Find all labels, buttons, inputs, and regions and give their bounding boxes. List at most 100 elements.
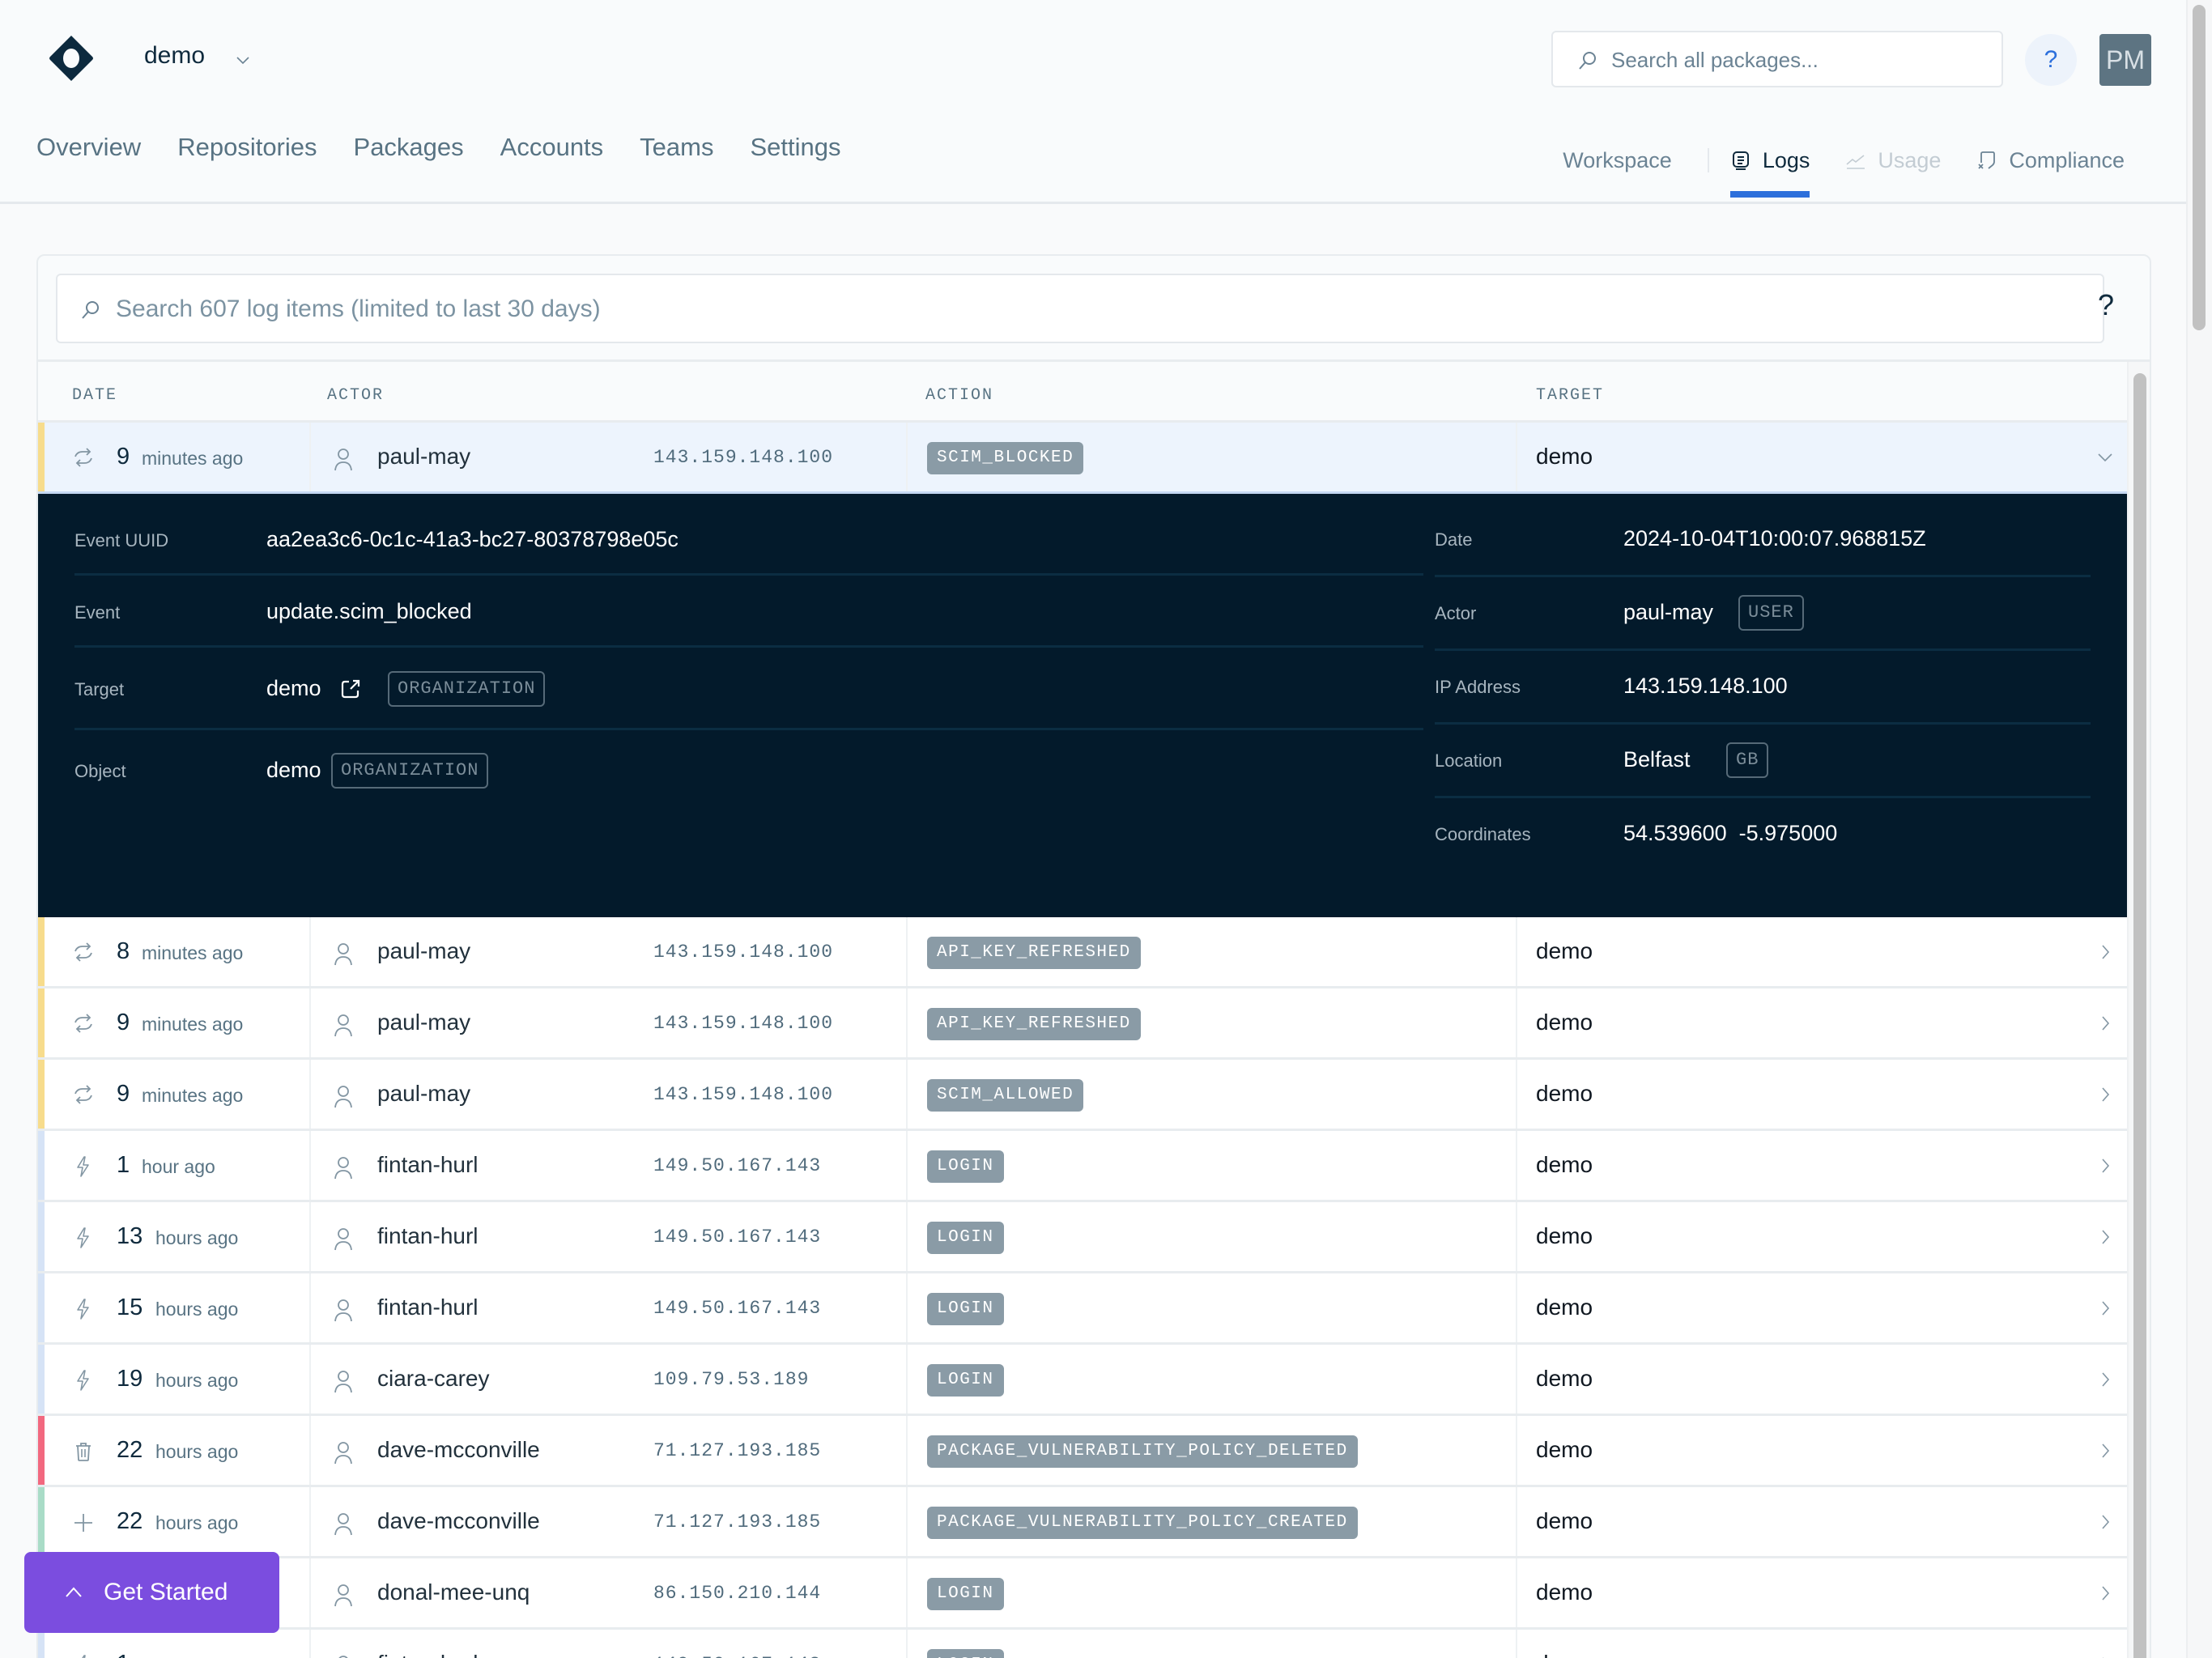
actor-name[interactable]: fintan-hurl	[377, 1223, 479, 1249]
table-row[interactable]: 9minutes agopaul-may143.159.148.100SCIM_…	[38, 423, 2127, 494]
actor-name[interactable]: fintan-hurl	[377, 1651, 479, 1658]
logs-card: ? DATE ACTOR ACTION TARGET 9minutes agop…	[36, 254, 2151, 1658]
nav-overview[interactable]: Overview	[36, 133, 141, 162]
log-search-help-button[interactable]: ?	[2098, 288, 2114, 322]
tab-compliance[interactable]: Compliance	[1976, 144, 2125, 176]
table-row[interactable]: 19hours agociara-carey109.79.53.189LOGIN…	[38, 1345, 2127, 1416]
detail-value: aa2ea3c6-0c1c-41a3-bc27-80378798e05c	[266, 527, 678, 552]
tab-workspace[interactable]: Workspace	[1563, 144, 1672, 176]
table-row[interactable]: 13hours agofintan-hurl149.50.167.143LOGI…	[38, 1202, 2127, 1273]
lightning-icon	[72, 1298, 95, 1320]
target-name[interactable]: demo	[1536, 1437, 1593, 1463]
actor-name[interactable]: donal-mee-unq	[377, 1579, 530, 1605]
cell-divider	[1516, 1273, 1517, 1342]
action-badge: LOGIN	[927, 1649, 1004, 1658]
nav-repositories[interactable]: Repositories	[177, 133, 317, 162]
chevron-down-icon[interactable]	[2095, 447, 2116, 468]
target-name[interactable]: demo	[1536, 444, 1593, 470]
get-started-button[interactable]: Get Started	[24, 1552, 279, 1633]
table-row[interactable]: 1hour agofintan-hurl149.50.167.143LOGINd…	[38, 1131, 2127, 1202]
table-row[interactable]: 22hours agodave-mcconville71.127.193.185…	[38, 1416, 2127, 1487]
target-name[interactable]: demo	[1536, 1508, 1593, 1534]
column-header-actor[interactable]: ACTOR	[327, 386, 384, 405]
user-avatar[interactable]: PM	[2099, 34, 2151, 86]
target-name[interactable]: demo	[1536, 1223, 1593, 1249]
actor-name[interactable]: paul-may	[377, 444, 470, 470]
log-search[interactable]	[56, 274, 2104, 343]
target-name[interactable]: demo	[1536, 1295, 1593, 1320]
table-row[interactable]: 9minutes agopaul-may143.159.148.100API_K…	[38, 988, 2127, 1060]
detail-row-divider	[1435, 575, 2091, 577]
column-header-target[interactable]: TARGET	[1536, 386, 1604, 405]
actor-name[interactable]: ciara-carey	[377, 1366, 489, 1392]
cell-divider	[309, 1131, 311, 1200]
target-name[interactable]: demo	[1536, 1366, 1593, 1392]
global-search-input[interactable]	[1611, 40, 1984, 79]
compliance-icon	[1976, 150, 1997, 171]
log-search-input[interactable]	[116, 288, 2059, 330]
external-link-icon[interactable]	[339, 678, 362, 700]
target-name[interactable]: demo	[1536, 1152, 1593, 1178]
table-row[interactable]: 9minutes agopaul-may143.159.148.100SCIM_…	[38, 1060, 2127, 1131]
chevron-down-icon[interactable]	[233, 50, 253, 70]
cell-divider	[309, 1558, 311, 1627]
nav-packages[interactable]: Packages	[354, 133, 464, 162]
actor-name[interactable]: dave-mcconville	[377, 1508, 540, 1534]
cell-divider	[309, 1060, 311, 1129]
target-name[interactable]: demo	[1536, 938, 1593, 964]
chevron-right-icon[interactable]	[2095, 1155, 2116, 1176]
target-name[interactable]: demo	[1536, 1081, 1593, 1107]
user-icon	[332, 1155, 355, 1180]
table-row[interactable]: 1fintan-hurl149.50.167.143LOGINdemo	[38, 1630, 2127, 1658]
nav-teams[interactable]: Teams	[640, 133, 713, 162]
table-row[interactable]: 22hours agodave-mcconville71.127.193.185…	[38, 1487, 2127, 1558]
table-row[interactable]: donal-mee-unq86.150.210.144LOGINdemo	[38, 1558, 2127, 1630]
logo-icon[interactable]	[47, 34, 96, 83]
detail-value: demo	[266, 676, 321, 701]
event-type-stripe	[38, 1416, 45, 1485]
chevron-right-icon[interactable]	[2095, 1654, 2116, 1658]
chevron-right-icon[interactable]	[2095, 1013, 2116, 1034]
tab-workspace-label: Workspace	[1563, 148, 1672, 173]
actor-name[interactable]: paul-may	[377, 938, 470, 964]
nav-settings[interactable]: Settings	[750, 133, 840, 162]
table-row[interactable]: 8minutes agopaul-may143.159.148.100API_K…	[38, 917, 2127, 988]
help-button[interactable]: ?	[2025, 34, 2077, 86]
chevron-right-icon[interactable]	[2095, 942, 2116, 963]
chevron-right-icon[interactable]	[2095, 1084, 2116, 1105]
column-header-date[interactable]: DATE	[72, 386, 117, 405]
target-name[interactable]: demo	[1536, 1651, 1593, 1658]
actor-name[interactable]: fintan-hurl	[377, 1152, 479, 1178]
nav-accounts[interactable]: Accounts	[500, 133, 604, 162]
time-ago-unit: minutes ago	[142, 942, 243, 964]
chevron-right-icon[interactable]	[2095, 1511, 2116, 1533]
page: demo ? PM Overview Repositories Packages…	[0, 0, 2212, 1658]
time-ago-unit: hours ago	[155, 1370, 238, 1392]
table-row[interactable]: 15hours agofintan-hurl149.50.167.143LOGI…	[38, 1273, 2127, 1345]
org-switcher-label[interactable]: demo	[144, 42, 205, 70]
column-header-action[interactable]: ACTION	[925, 386, 993, 405]
table-header: DATE ACTOR ACTION TARGET	[38, 362, 2127, 423]
global-search[interactable]	[1551, 31, 2003, 87]
actor-name[interactable]: dave-mcconville	[377, 1437, 540, 1463]
chevron-right-icon[interactable]	[2095, 1226, 2116, 1248]
actor-name[interactable]: paul-may	[377, 1010, 470, 1035]
chevron-right-icon[interactable]	[2095, 1440, 2116, 1461]
actor-name[interactable]: paul-may	[377, 1081, 470, 1107]
cell-divider	[309, 1273, 311, 1342]
tab-logs[interactable]: Logs	[1730, 144, 1810, 176]
cell-divider	[1516, 1630, 1517, 1658]
tab-usage[interactable]: Usage	[1845, 144, 1941, 176]
cell-divider	[906, 1558, 908, 1627]
actor-name[interactable]: fintan-hurl	[377, 1295, 479, 1320]
detail-row-divider	[74, 728, 1423, 730]
chevron-right-icon[interactable]	[2095, 1369, 2116, 1390]
target-name[interactable]: demo	[1536, 1010, 1593, 1035]
cell-divider	[906, 1416, 908, 1485]
chevron-right-icon[interactable]	[2095, 1298, 2116, 1319]
chevron-right-icon[interactable]	[2095, 1583, 2116, 1604]
target-name[interactable]: demo	[1536, 1579, 1593, 1605]
table-scrollbar-thumb[interactable]	[2133, 373, 2146, 1658]
page-scrollbar-thumb[interactable]	[2193, 5, 2206, 330]
cell-divider	[906, 1630, 908, 1658]
